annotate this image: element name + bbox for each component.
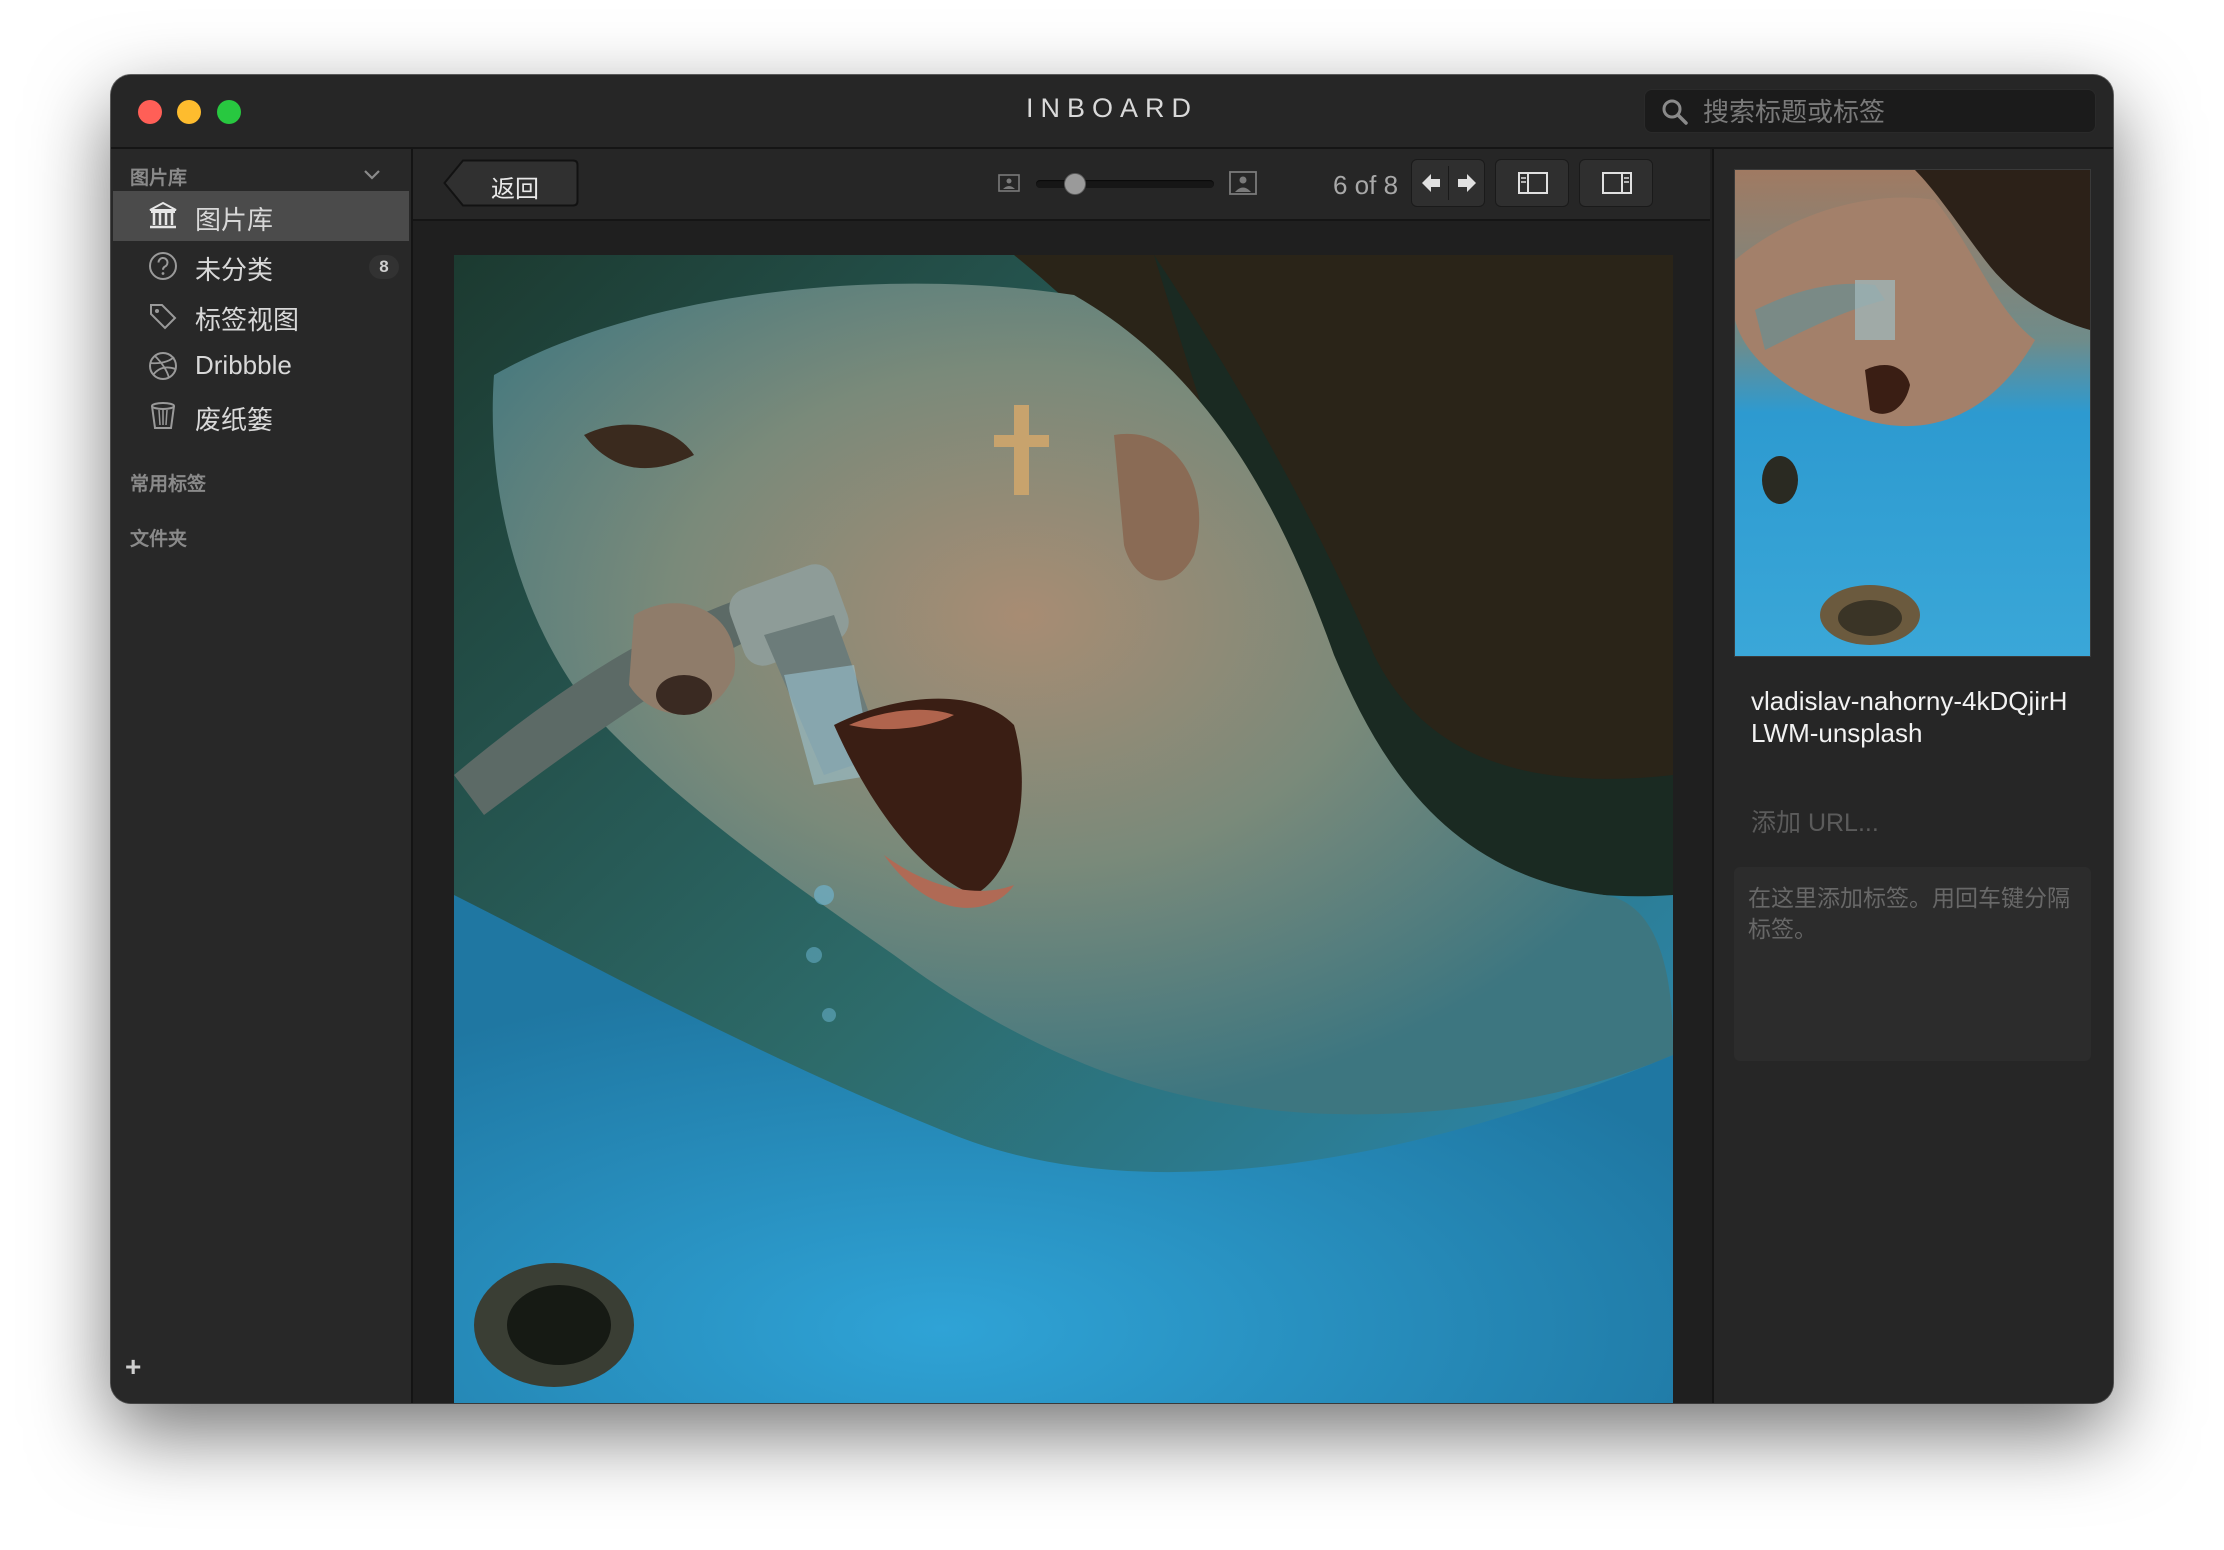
search-icon [1662, 99, 1688, 125]
library-section-header[interactable]: 图片库 [130, 163, 187, 190]
tags-input[interactable]: 在这里添加标签。用回车键分隔标签。 [1734, 867, 2091, 1061]
arrow-left-icon [1422, 174, 1440, 192]
next-button[interactable] [1449, 160, 1485, 206]
favorite-tags-header[interactable]: 常用标签 [130, 469, 206, 496]
zoom-out-icon[interactable] [998, 174, 1020, 192]
folders-header[interactable]: 文件夹 [130, 524, 187, 551]
sidebar: 图片库 图片库 未分类 8 标签视图 Dribbble 废纸篓 常用标签 文件夹… [111, 149, 413, 1403]
inspector-panel: vladislav-nahorny-4kDQjirHLWM-unsplash 添… [1712, 149, 2113, 1403]
zoom-slider-handle[interactable] [1064, 173, 1087, 195]
sidebar-item-label: 废纸篓 [195, 405, 274, 435]
image-title[interactable]: vladislav-nahorny-4kDQjirHLWM-unsplash [1751, 685, 2081, 749]
trash-icon [151, 402, 175, 429]
sidebar-item-label: 未分类 [195, 255, 274, 285]
search-box[interactable] [1644, 89, 2096, 134]
tag-icon [150, 304, 177, 330]
main-photo[interactable] [454, 255, 1673, 1403]
sidebar-item-library[interactable]: 图片库 [113, 191, 409, 241]
dribbble-icon [149, 352, 177, 380]
library-icon [149, 201, 177, 229]
tags-placeholder: 在这里添加标签。用回车键分隔标签。 [1748, 885, 2070, 942]
count-badge: 8 [369, 255, 399, 279]
back-button[interactable]: 返回 [443, 159, 579, 207]
toggle-inspector-button[interactable] [1579, 159, 1653, 207]
chevron-down-icon[interactable] [361, 163, 383, 185]
right-panel-icon [1602, 172, 1632, 194]
url-field[interactable]: 添加 URL... [1751, 803, 2081, 839]
toolbar: 返回 6 of 8 [413, 149, 1710, 221]
sidebar-item-dribbble[interactable]: Dribbble [113, 341, 409, 391]
page-counter: 6 of 8 [1333, 170, 1399, 200]
app-window: INBOARD 图片库 图片库 [111, 75, 2113, 1403]
sidebar-item-trash[interactable]: 废纸篓 [113, 391, 409, 441]
title-bar: INBOARD [111, 75, 2113, 149]
toggle-sidebar-button[interactable] [1495, 159, 1569, 207]
arrow-right-icon [1458, 174, 1476, 192]
add-button[interactable]: + [125, 1351, 141, 1383]
image-viewer [413, 221, 1710, 1403]
search-input[interactable] [1701, 90, 2085, 134]
sidebar-item-uncategorized[interactable]: 未分类 8 [113, 241, 409, 291]
photo-image [454, 255, 1673, 1403]
zoom-in-icon[interactable] [1229, 171, 1257, 195]
zoom-slider[interactable] [1036, 180, 1214, 188]
sidebar-item-label: 标签视图 [195, 305, 300, 335]
prev-next-group [1411, 159, 1485, 207]
sidebar-item-label: 图片库 [195, 205, 274, 235]
left-panel-icon [1518, 172, 1548, 194]
back-label: 返回 [491, 176, 539, 203]
question-circle-icon [149, 252, 177, 280]
previous-button[interactable] [1412, 160, 1448, 206]
thumbnail-image[interactable] [1734, 169, 2091, 657]
sidebar-item-tag-view[interactable]: 标签视图 [113, 291, 409, 341]
thumbnail-photo [1735, 170, 2090, 656]
sidebar-item-label: Dribbble [195, 350, 292, 380]
